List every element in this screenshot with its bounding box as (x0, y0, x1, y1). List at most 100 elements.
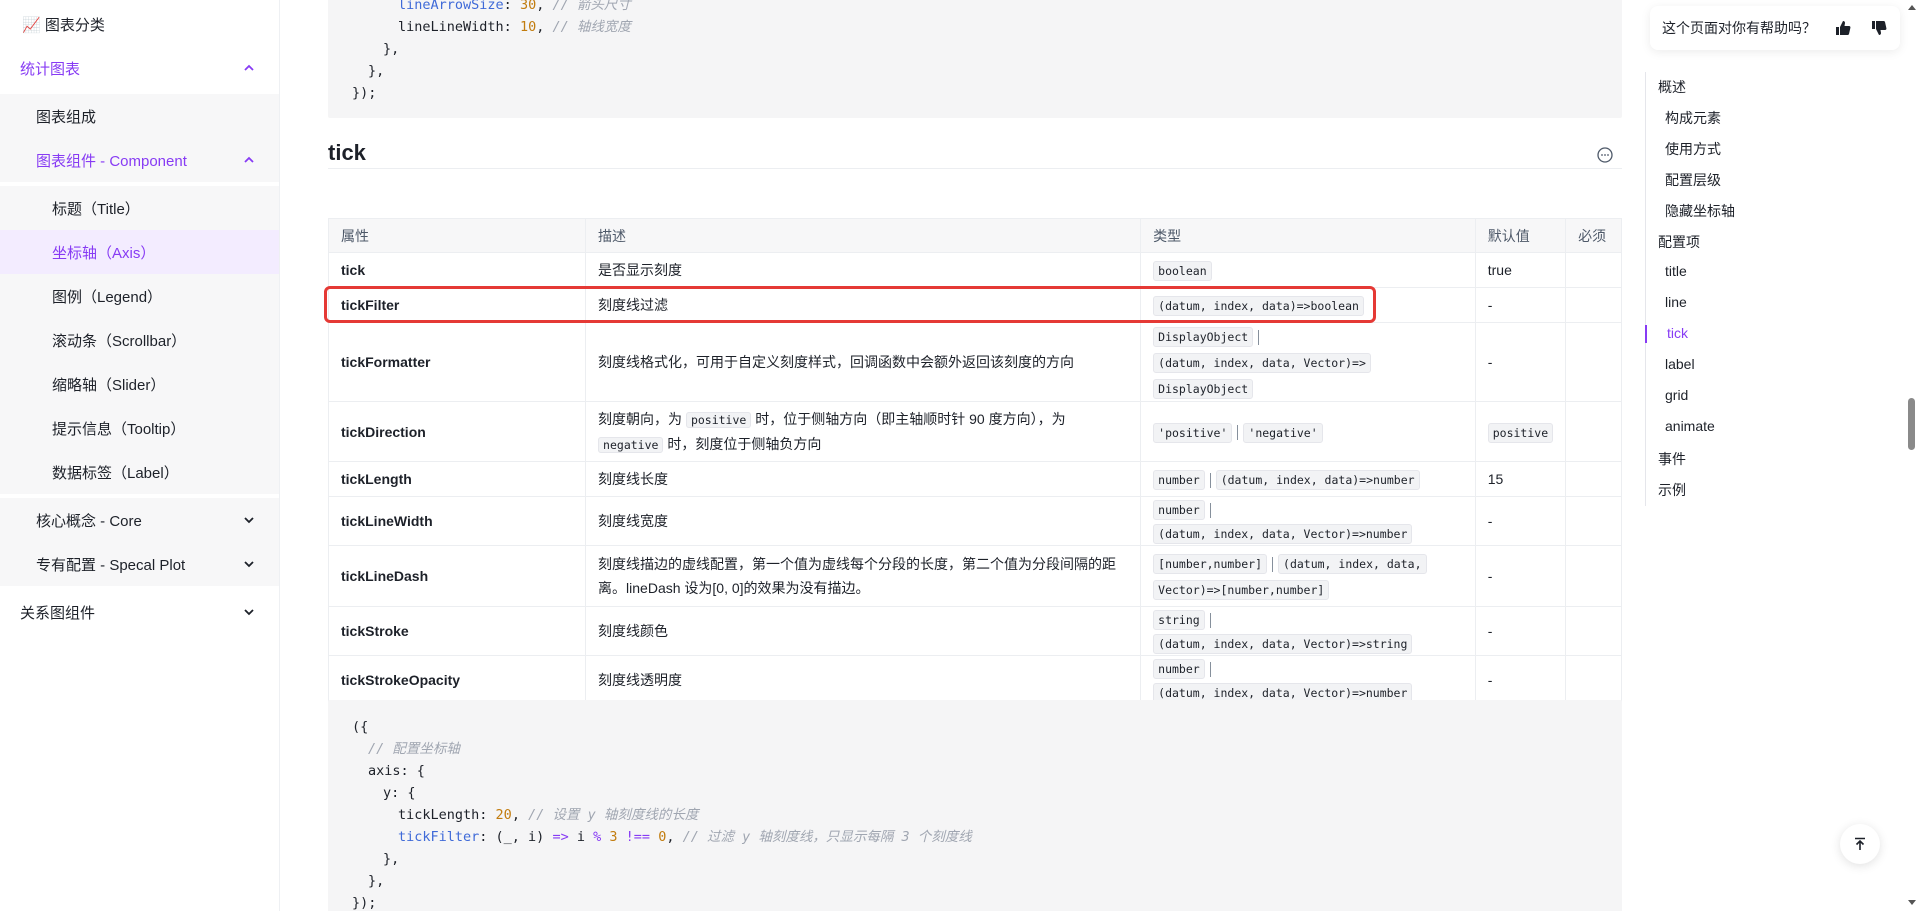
sidebar-item-label: 数据标签（Label） (52, 464, 179, 482)
type-tag: boolean (1153, 261, 1212, 281)
column-header-required: 必须 (1565, 218, 1622, 253)
sidebar-item-label: 图表组件 - Component (36, 152, 187, 170)
toc-active-indicator (1645, 325, 1647, 343)
code-prop: lineArrowSize (398, 0, 504, 13)
sidebar-item-label: 关系图组件 (20, 604, 96, 622)
property-description: 刻度线颜色 (585, 606, 1142, 656)
sidebar-item-statistical-charts[interactable]: 统计图表 (0, 46, 279, 90)
toc-item-events[interactable]: 事件 (1658, 449, 1686, 469)
code-line: lineLineWidth: 10, // 轴线宽度 (398, 19, 631, 35)
scroll-up-arrow-icon[interactable] (1906, 2, 1918, 12)
section-divider (328, 168, 1622, 169)
property-required (1565, 322, 1622, 402)
property-name: tickLineWidth (327, 496, 587, 546)
toc-item-animate[interactable]: animate (1665, 418, 1715, 434)
code-number: 0 (658, 829, 667, 845)
default-tag: positive (1487, 422, 1554, 443)
code-text: i (568, 829, 594, 845)
toc-item-usage[interactable]: 使用方式 (1665, 139, 1721, 159)
type-tag: 'negative' (1243, 422, 1323, 443)
sidebar-item-core[interactable]: 核心概念 - Core (0, 498, 279, 542)
property-description: 刻度线长度 (585, 461, 1142, 497)
property-description: 刻度朝向，为 positive 时，位于侧轴方向（即主轴顺时针 90 度方向），… (585, 401, 1142, 462)
toc-item-label[interactable]: label (1665, 356, 1695, 372)
toc-item-overview[interactable]: 概述 (1658, 77, 1686, 97)
thumbs-down-icon[interactable] (1870, 19, 1888, 37)
property-type: string (datum, index, data, Vector)=>stri… (1140, 606, 1476, 656)
toc-item-line[interactable]: line (1665, 294, 1687, 310)
code-line: ({ (352, 719, 369, 735)
property-description: 刻度线过滤 (585, 287, 1142, 323)
toc-item-tick[interactable]: tick (1667, 325, 1688, 341)
sidebar-item-label: 标题（Title） (52, 200, 140, 218)
sidebar-item-tooltip[interactable]: 提示信息（Tooltip） (0, 406, 279, 450)
property-required (1565, 401, 1622, 462)
column-header-description: 描述 (585, 218, 1142, 253)
code-line: }, (383, 41, 400, 57)
sidebar-item-legend[interactable]: 图例（Legend） (0, 274, 279, 318)
type-separator (1237, 425, 1239, 441)
property-name: tickLineDash (327, 545, 587, 607)
sidebar-item-chart-component[interactable]: 图表组件 - Component (0, 138, 279, 182)
property-required (1565, 461, 1622, 497)
property-description: 刻度线宽度 (585, 496, 1142, 546)
property-name: tickLength (327, 461, 587, 497)
property-default: - (1474, 322, 1567, 402)
table-row: tickFilter 刻度线过滤 (datum, index, data)=>b… (327, 287, 1622, 323)
code-number: 10 (519, 19, 537, 35)
toc-item-elements[interactable]: 构成元素 (1665, 108, 1721, 128)
properties-table: 属性 描述 类型 默认值 必须 tick 是否显示刻度 boolean true… (327, 218, 1622, 705)
property-required (1565, 655, 1622, 705)
code-line: tickFilter: (_, i) => i % 3 !== 0, // 过滤… (398, 829, 972, 845)
property-required (1565, 496, 1622, 546)
table-row: tickLength 刻度线长度 number (datum, index, da… (327, 461, 1622, 497)
toc-item-grid[interactable]: grid (1665, 387, 1688, 403)
scrollbar-thumb[interactable] (1908, 398, 1915, 450)
code-operator: % (593, 829, 602, 845)
comment-icon[interactable] (1596, 146, 1614, 164)
scroll-down-arrow-icon[interactable] (1906, 898, 1918, 908)
type-separator (1209, 661, 1211, 677)
toc-item-hide-axis[interactable]: 隐藏坐标轴 (1665, 201, 1735, 221)
property-default: - (1474, 606, 1567, 656)
sidebar-item-label: 缩略轴（Slider） (52, 376, 166, 394)
toc-item-config-levels[interactable]: 配置层级 (1665, 170, 1721, 190)
code-operator: => (552, 829, 569, 845)
property-default: - (1474, 545, 1567, 607)
toc-item-options[interactable]: 配置项 (1658, 232, 1700, 252)
property-name: tickFormatter (327, 322, 587, 402)
type-tag: (datum, index, data)=>number (1215, 470, 1420, 490)
sidebar-item-label: 专有配置 - Specal Plot (36, 556, 186, 574)
arrow-up-icon (1855, 837, 1865, 850)
property-default: 15 (1474, 461, 1567, 497)
sidebar-item-scrollbar[interactable]: 滚动条（Scrollbar） (0, 318, 279, 362)
code-line: y: { (383, 785, 416, 801)
code-line: tickLength: 20, // 设置 y 轴刻度线的长度 (398, 807, 699, 823)
sidebar-item-special-plot[interactable]: 专有配置 - Specal Plot (0, 542, 279, 586)
sidebar-item-axis[interactable]: 坐标轴（Axis） (0, 230, 279, 274)
chevron-down-icon (244, 561, 254, 568)
thumbs-up-icon[interactable] (1834, 19, 1852, 37)
sidebar-item-chart-categories[interactable]: 📈 图表分类 (0, 2, 279, 46)
sidebar-item-slider[interactable]: 缩略轴（Slider） (0, 362, 279, 406)
property-description: 刻度线描边的虚线配置，第一个值为虚线每个分段的长度，第二个值为分段间隔的距离。l… (585, 545, 1142, 607)
feedback-question: 这个页面对你有帮助吗？ (1662, 20, 1816, 36)
sidebar-item-relation-components[interactable]: 关系图组件 (0, 590, 279, 634)
sidebar-item-title[interactable]: 标题（Title） (0, 186, 279, 230)
toc-item-title[interactable]: title (1665, 263, 1687, 279)
property-required (1565, 606, 1622, 656)
sidebar-item-label-component[interactable]: 数据标签（Label） (0, 450, 279, 494)
property-type: number (datum, index, data, Vector)=>numb… (1140, 496, 1476, 546)
type-tag: number (1153, 500, 1205, 520)
code-prop: lineLineWidth (398, 19, 504, 35)
property-name: tickFilter (327, 287, 587, 323)
property-type: number (datum, index, data)=>number (1140, 461, 1476, 497)
sidebar-item-chart-composition[interactable]: 图表组成 (0, 94, 279, 138)
chevron-down-icon (244, 609, 254, 616)
back-to-top-button[interactable] (1840, 824, 1880, 864)
table-row: tick 是否显示刻度 boolean true (327, 252, 1622, 288)
inline-code: negative (598, 436, 664, 453)
code-line: axis: { (368, 763, 425, 779)
toc-item-examples[interactable]: 示例 (1658, 480, 1686, 500)
property-description: 刻度线格式化，可用于自定义刻度样式，回调函数中会额外返回该刻度的方向 (585, 322, 1142, 402)
